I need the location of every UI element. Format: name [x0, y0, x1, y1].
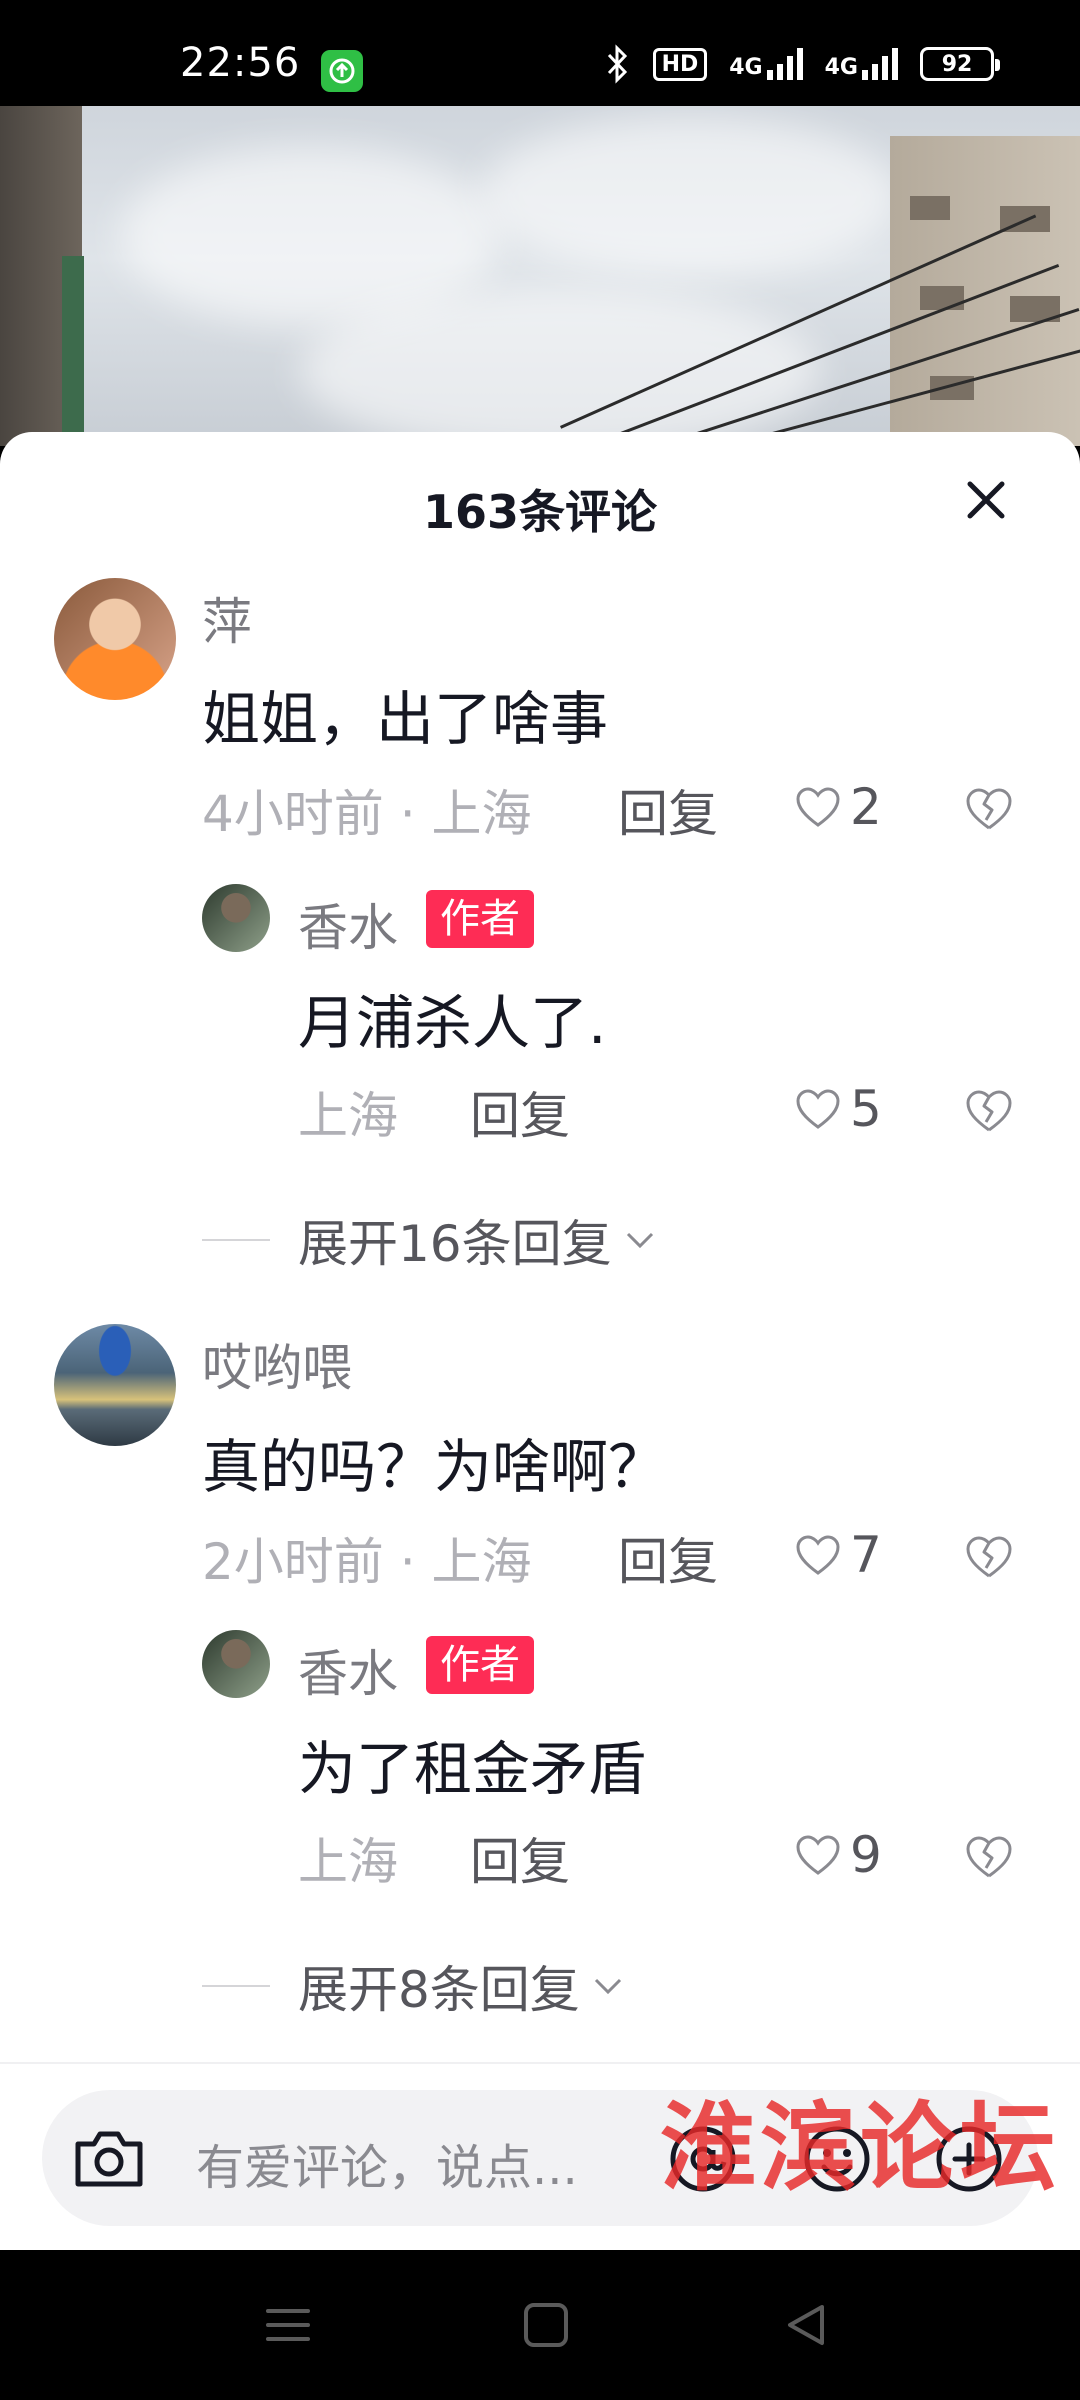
comment-input-bar[interactable]: 有爱评论，说点...	[42, 2090, 1038, 2226]
expand-replies-button[interactable]: 展开16条回复	[202, 1204, 658, 1276]
reply-button[interactable]: 回复	[618, 1522, 718, 1594]
author-badge: 作者	[426, 890, 534, 948]
dislike-button[interactable]	[964, 1534, 1014, 1580]
like-count: 9	[850, 1826, 882, 1884]
add-button[interactable]	[930, 2120, 1008, 2198]
reply-button[interactable]: 回复	[470, 1076, 570, 1148]
comment-meta: 4小时前 · 上海	[202, 785, 532, 843]
close-icon	[967, 481, 1005, 519]
app-notification-icon	[321, 50, 363, 92]
status-bar: 22:56 HD 4G 4G 92	[0, 0, 1080, 106]
like-button[interactable]: 7	[794, 1526, 882, 1584]
reply-button[interactable]: 回复	[618, 774, 718, 846]
comment-count-title: 163条评论	[422, 485, 658, 539]
dislike-button[interactable]	[964, 1834, 1014, 1880]
video-background[interactable]	[0, 106, 1080, 446]
reply-username[interactable]: 香水	[298, 888, 398, 960]
avatar[interactable]	[54, 1324, 176, 1446]
reply-text[interactable]: 月浦杀人了.	[298, 976, 606, 1060]
like-count: 2	[850, 778, 882, 836]
like-button[interactable]: 9	[794, 1826, 882, 1884]
status-time: 22:56	[180, 40, 301, 86]
avatar[interactable]	[202, 1630, 270, 1698]
menu-icon	[266, 2309, 310, 2341]
square-icon	[524, 2303, 568, 2347]
status-icons: HD 4G 4G 92	[605, 44, 1000, 84]
home-nav-button[interactable]	[516, 2295, 576, 2355]
broken-heart-icon	[966, 1090, 1012, 1132]
broken-heart-icon	[966, 1836, 1012, 1878]
back-triangle-icon	[788, 2305, 824, 2345]
divider	[0, 2062, 1080, 2064]
heart-icon	[796, 1835, 840, 1875]
emoji-button[interactable]	[798, 2120, 876, 2198]
camera-icon	[75, 2131, 143, 2187]
mention-button[interactable]	[664, 2120, 742, 2198]
reply-username[interactable]: 香水	[298, 1634, 398, 1706]
like-button[interactable]: 2	[794, 778, 882, 836]
comment-input[interactable]: 有爱评论，说点...	[196, 2128, 578, 2198]
dislike-button[interactable]	[964, 1088, 1014, 1134]
chevron-down-icon	[594, 1978, 621, 1995]
at-icon	[670, 2126, 736, 2192]
expand-replies-button[interactable]: 展开8条回复	[202, 1950, 626, 2022]
broken-heart-icon	[966, 1536, 1012, 1578]
reply-meta: 上海	[298, 1833, 398, 1891]
comment-text[interactable]: 姐姐，出了啥事	[202, 672, 608, 756]
menu-nav-button[interactable]	[258, 2295, 318, 2355]
like-count: 5	[850, 1080, 882, 1138]
heart-icon	[796, 1535, 840, 1575]
emoji-icon	[804, 2126, 870, 2192]
close-button[interactable]	[958, 472, 1014, 528]
avatar[interactable]	[54, 578, 176, 700]
comment-username[interactable]: 哎哟喂	[202, 1328, 352, 1400]
like-count: 7	[850, 1526, 882, 1584]
reply-meta: 上海	[298, 1087, 398, 1145]
comment-sheet: 163条评论 萍 姐姐，出了啥事 4小时前 · 上海 回复 2 香水 作者 月浦…	[0, 432, 1080, 2250]
back-nav-button[interactable]	[776, 2295, 836, 2355]
heart-icon	[796, 787, 840, 827]
signal-1: 4G	[729, 48, 803, 80]
plus-circle-icon	[936, 2126, 1002, 2192]
reply-button[interactable]: 回复	[470, 1822, 570, 1894]
reply-text[interactable]: 为了租金矛盾	[298, 1722, 646, 1806]
heart-icon	[796, 1089, 840, 1129]
hd-voice-icon: HD	[652, 47, 708, 81]
chevron-down-icon	[626, 1232, 653, 1249]
bluetooth-icon	[607, 44, 627, 84]
author-badge: 作者	[426, 1636, 534, 1694]
camera-button[interactable]	[70, 2124, 148, 2192]
comment-meta: 2小时前 · 上海	[202, 1533, 532, 1591]
battery-icon: 92	[920, 47, 1000, 81]
system-nav-bar	[0, 2250, 1080, 2400]
avatar[interactable]	[202, 884, 270, 952]
comment-username[interactable]: 萍	[202, 582, 252, 654]
signal-2: 4G	[825, 48, 898, 80]
like-button[interactable]: 5	[794, 1080, 882, 1138]
dislike-button[interactable]	[964, 786, 1014, 832]
broken-heart-icon	[966, 788, 1012, 830]
comment-text[interactable]: 真的吗？为啥啊？	[202, 1420, 666, 1504]
